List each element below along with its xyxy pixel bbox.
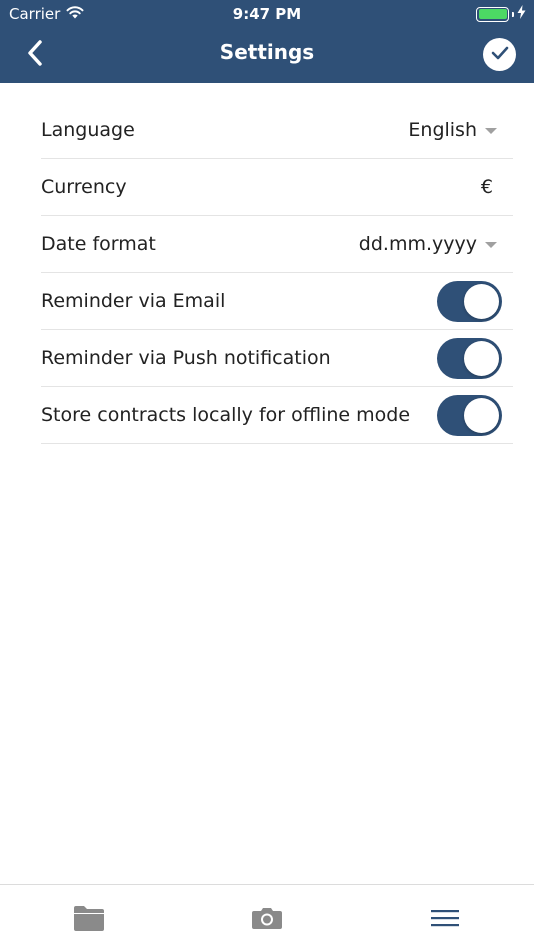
menu-icon: [429, 907, 461, 933]
folder-icon: [72, 904, 106, 936]
toggle-knob: [464, 283, 499, 319]
language-label: Language: [41, 119, 135, 141]
confirm-button[interactable]: [483, 38, 516, 71]
check-icon: [491, 45, 509, 64]
setting-row-date-format[interactable]: Date format dd.mm.yyyy: [41, 216, 513, 273]
status-right: [476, 5, 526, 23]
email-reminder-toggle[interactable]: [437, 280, 502, 322]
caret-down-icon: [485, 128, 497, 134]
push-reminder-label: Reminder via Push notification: [41, 347, 331, 369]
offline-storage-label: Store contracts locally for offline mode: [41, 404, 411, 426]
toggle-knob: [464, 397, 499, 433]
setting-row-offline-storage: Store contracts locally for offline mode: [41, 387, 513, 444]
setting-row-email-reminder: Reminder via Email: [41, 273, 513, 330]
tab-documents[interactable]: [71, 905, 107, 935]
date-format-label: Date format: [41, 233, 156, 255]
push-reminder-toggle[interactable]: [437, 337, 502, 379]
battery-cap: [512, 11, 514, 17]
nav-bar: Settings: [0, 28, 534, 83]
settings-list: Language English Currency € Date format …: [41, 102, 513, 444]
tab-bar: [0, 884, 534, 950]
toggle-knob: [464, 340, 499, 376]
page-title: Settings: [219, 40, 315, 64]
language-dropdown[interactable]: English: [408, 119, 513, 141]
setting-row-language[interactable]: Language English: [41, 102, 513, 159]
currency-label: Currency: [41, 176, 127, 198]
caret-down-icon: [485, 242, 497, 248]
tab-menu[interactable]: [427, 905, 463, 935]
date-format-dropdown[interactable]: dd.mm.yyyy: [359, 233, 513, 255]
charging-bolt-icon: [517, 5, 526, 23]
email-reminder-label: Reminder via Email: [41, 290, 226, 312]
offline-storage-toggle[interactable]: [437, 394, 502, 436]
language-value: English: [408, 119, 477, 141]
battery-fill: [478, 9, 507, 19]
setting-row-currency[interactable]: Currency €: [41, 159, 513, 216]
status-time: 9:47 PM: [232, 5, 302, 23]
battery-icon: [476, 6, 509, 22]
settings-screen: Carrier 9:47 PM Settings Language Englis…: [0, 0, 534, 950]
tab-camera[interactable]: [249, 905, 285, 935]
camera-icon: [251, 906, 283, 934]
currency-value: €: [480, 176, 493, 198]
status-bar: Carrier 9:47 PM: [0, 0, 534, 28]
date-format-value: dd.mm.yyyy: [358, 233, 477, 255]
header: Carrier 9:47 PM Settings: [0, 0, 534, 83]
setting-row-push-reminder: Reminder via Push notification: [41, 330, 513, 387]
